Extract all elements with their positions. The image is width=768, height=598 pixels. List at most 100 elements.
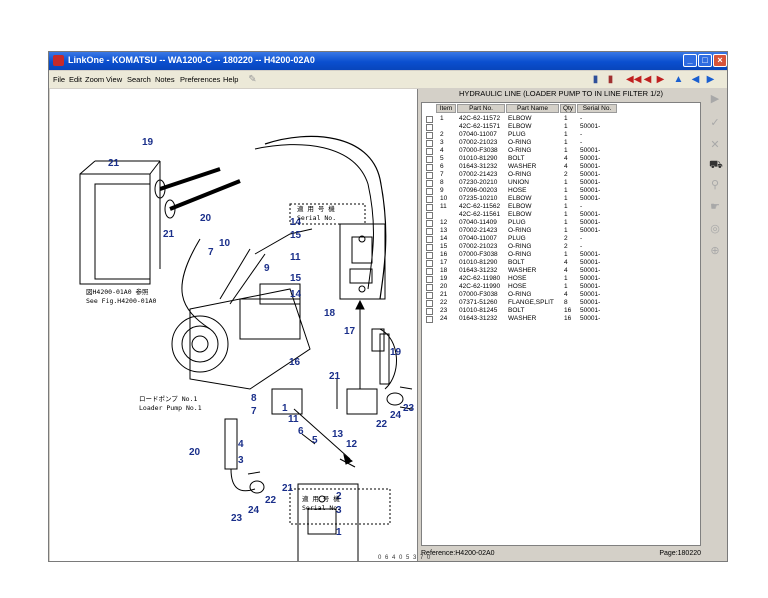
cell-part-name: ELBOW	[508, 203, 532, 210]
row-checkbox[interactable]	[426, 220, 433, 227]
menu-preferences[interactable]: Preferences	[180, 75, 220, 84]
cart-icon[interactable]: ⛟	[709, 159, 723, 171]
row-checkbox[interactable]	[426, 260, 433, 267]
table-row[interactable]: 42C-62-11571 ELBOW 1 50001-	[422, 123, 700, 131]
row-checkbox[interactable]	[426, 268, 433, 275]
table-row[interactable]: 23 01010-81245 BOLT 16 50001-	[422, 307, 700, 315]
row-checkbox[interactable]	[426, 316, 433, 323]
cell-qty: 8	[564, 299, 568, 306]
menu-help[interactable]: Help	[223, 75, 238, 84]
table-row[interactable]: 42C-62-11561 ELBOW 1 50001-	[422, 211, 700, 219]
row-checkbox[interactable]	[426, 284, 433, 291]
menu-file[interactable]: File	[53, 75, 65, 84]
row-checkbox[interactable]	[426, 124, 433, 131]
up-icon[interactable]: ▲	[673, 74, 684, 85]
forward-icon[interactable]: ▶	[705, 74, 716, 85]
table-row[interactable]: 10 07235-10210 ELBOW 1 50001-	[422, 195, 700, 203]
table-row[interactable]: 11 42C-62-11562 ELBOW 1 -	[422, 203, 700, 211]
table-row[interactable]: 5 01010-81290 BOLT 4 50001-	[422, 155, 700, 163]
row-checkbox[interactable]	[426, 164, 433, 171]
row-checkbox[interactable]	[426, 228, 433, 235]
cell-qty: 1	[564, 139, 568, 146]
row-checkbox[interactable]	[426, 196, 433, 203]
row-checkbox[interactable]	[426, 132, 433, 139]
table-row[interactable]: 21 07000-F3038 O-RING 4 50001-	[422, 291, 700, 299]
cell-item: 24	[440, 315, 448, 322]
col-item[interactable]: Item	[436, 104, 456, 113]
callout-15: 15	[290, 230, 302, 241]
row-checkbox[interactable]	[426, 244, 433, 251]
cell-serial: 50001-	[580, 195, 601, 202]
table-row[interactable]: 3 07002-21023 O-RING 1 -	[422, 139, 700, 147]
table-row[interactable]: 2 07040-11007 PLUG 1 -	[422, 131, 700, 139]
row-checkbox[interactable]	[426, 292, 433, 299]
row-checkbox[interactable]	[426, 212, 433, 219]
table-row[interactable]: 12 07040-11409 PLUG 1 50001-	[422, 219, 700, 227]
table-row[interactable]: 24 01643-31232 WASHER 16 50001-	[422, 315, 700, 323]
link-icon[interactable]: ⚲	[709, 179, 721, 191]
table-row[interactable]: 13 07002-21423 O-RING 1 50001-	[422, 227, 700, 235]
col-serial[interactable]: Serial No.	[577, 104, 617, 113]
maximize-button[interactable]: □	[698, 54, 712, 67]
cell-part-no: 42C-62-11562	[459, 203, 501, 210]
cross-icon[interactable]: ✕	[709, 139, 721, 151]
back-icon[interactable]: ◀	[690, 74, 701, 85]
table-row[interactable]: 20 42C-62-11990 HOSE 1 50001-	[422, 283, 700, 291]
prev-page-icon[interactable]: ◀	[642, 74, 653, 85]
table-row[interactable]: 6 01643-31232 WASHER 4 50001-	[422, 163, 700, 171]
row-checkbox[interactable]	[426, 276, 433, 283]
menu-search[interactable]: Search	[127, 75, 151, 84]
table-row[interactable]: 16 07000-F3038 O-RING 1 50001-	[422, 251, 700, 259]
table-row[interactable]: 1 42C-62-11572 ELBOW 1 -	[422, 115, 700, 123]
table-row[interactable]: 17 01010-81290 BOLT 4 50001-	[422, 259, 700, 267]
menu-notes[interactable]: Notes	[155, 75, 175, 84]
first-page-icon[interactable]: ◀◀	[626, 74, 641, 85]
cell-qty: 4	[564, 267, 568, 274]
row-checkbox[interactable]	[426, 300, 433, 307]
row-checkbox[interactable]	[426, 156, 433, 163]
target-icon[interactable]: ◎	[709, 223, 721, 235]
check-icon[interactable]: ✓	[709, 117, 721, 129]
row-checkbox[interactable]	[426, 204, 433, 211]
table-row[interactable]: 19 42C-62-11980 HOSE 1 50001-	[422, 275, 700, 283]
table-row[interactable]: 22 07371-51260 FLANGE,SPLIT 8 50001-	[422, 299, 700, 307]
zoom-icon[interactable]: ⊕	[709, 245, 721, 257]
table-row[interactable]: 7 07002-21423 O-RING 2 50001-	[422, 171, 700, 179]
next-page-icon[interactable]: ▶	[655, 74, 666, 85]
row-checkbox[interactable]	[426, 308, 433, 315]
col-part-no[interactable]: Part No.	[457, 104, 505, 113]
pen-icon[interactable]: ✎	[247, 74, 258, 85]
table-row[interactable]: 4 07000-F3038 O-RING 1 50001-	[422, 147, 700, 155]
col-qty[interactable]: Qty	[560, 104, 576, 113]
row-checkbox[interactable]	[426, 116, 433, 123]
play-icon[interactable]: ▶	[709, 93, 721, 105]
menu-zoom[interactable]: Zoom	[85, 75, 104, 84]
row-checkbox[interactable]	[426, 236, 433, 243]
menu-view[interactable]: View	[106, 75, 122, 84]
table-row[interactable]: 15 07002-21023 O-RING 2 -	[422, 243, 700, 251]
cell-item: 21	[440, 291, 448, 298]
hand-icon[interactable]: ☛	[709, 201, 721, 213]
cell-part-no: 07371-51260	[459, 299, 498, 306]
parts-drawing[interactable]: 19 21 20 21 7 10 9 14 15 11 15 14 18 17 …	[50, 89, 418, 561]
col-part-name[interactable]: Part Name	[506, 104, 559, 113]
status-reference: Reference:H4200-02A0	[421, 550, 495, 557]
bookmark-icon[interactable]: ▮	[605, 74, 616, 85]
table-row[interactable]: 8 07230-20210 UNION 1 50001-	[422, 179, 700, 187]
row-checkbox[interactable]	[426, 188, 433, 195]
row-checkbox[interactable]	[426, 148, 433, 155]
table-row[interactable]: 18 01643-31232 WASHER 4 50001-	[422, 267, 700, 275]
row-checkbox[interactable]	[426, 172, 433, 179]
title-bar[interactable]: LinkOne - KOMATSU -- WA1200-C -- 180220 …	[49, 52, 727, 70]
menu-edit[interactable]: Edit	[69, 75, 82, 84]
table-row[interactable]: 14 07040-11007 PLUG 2 -	[422, 235, 700, 243]
row-checkbox[interactable]	[426, 252, 433, 259]
book-icon[interactable]: ▮	[590, 74, 601, 85]
table-row[interactable]: 9 07096-00203 HOSE 1 50001-	[422, 187, 700, 195]
row-checkbox[interactable]	[426, 140, 433, 147]
minimize-button[interactable]: _	[683, 54, 697, 67]
cell-part-name: HOSE	[508, 187, 527, 194]
parts-table[interactable]: Item Part No. Part Name Qty Serial No. 1…	[421, 102, 701, 546]
row-checkbox[interactable]	[426, 180, 433, 187]
close-button[interactable]: ×	[713, 54, 727, 67]
